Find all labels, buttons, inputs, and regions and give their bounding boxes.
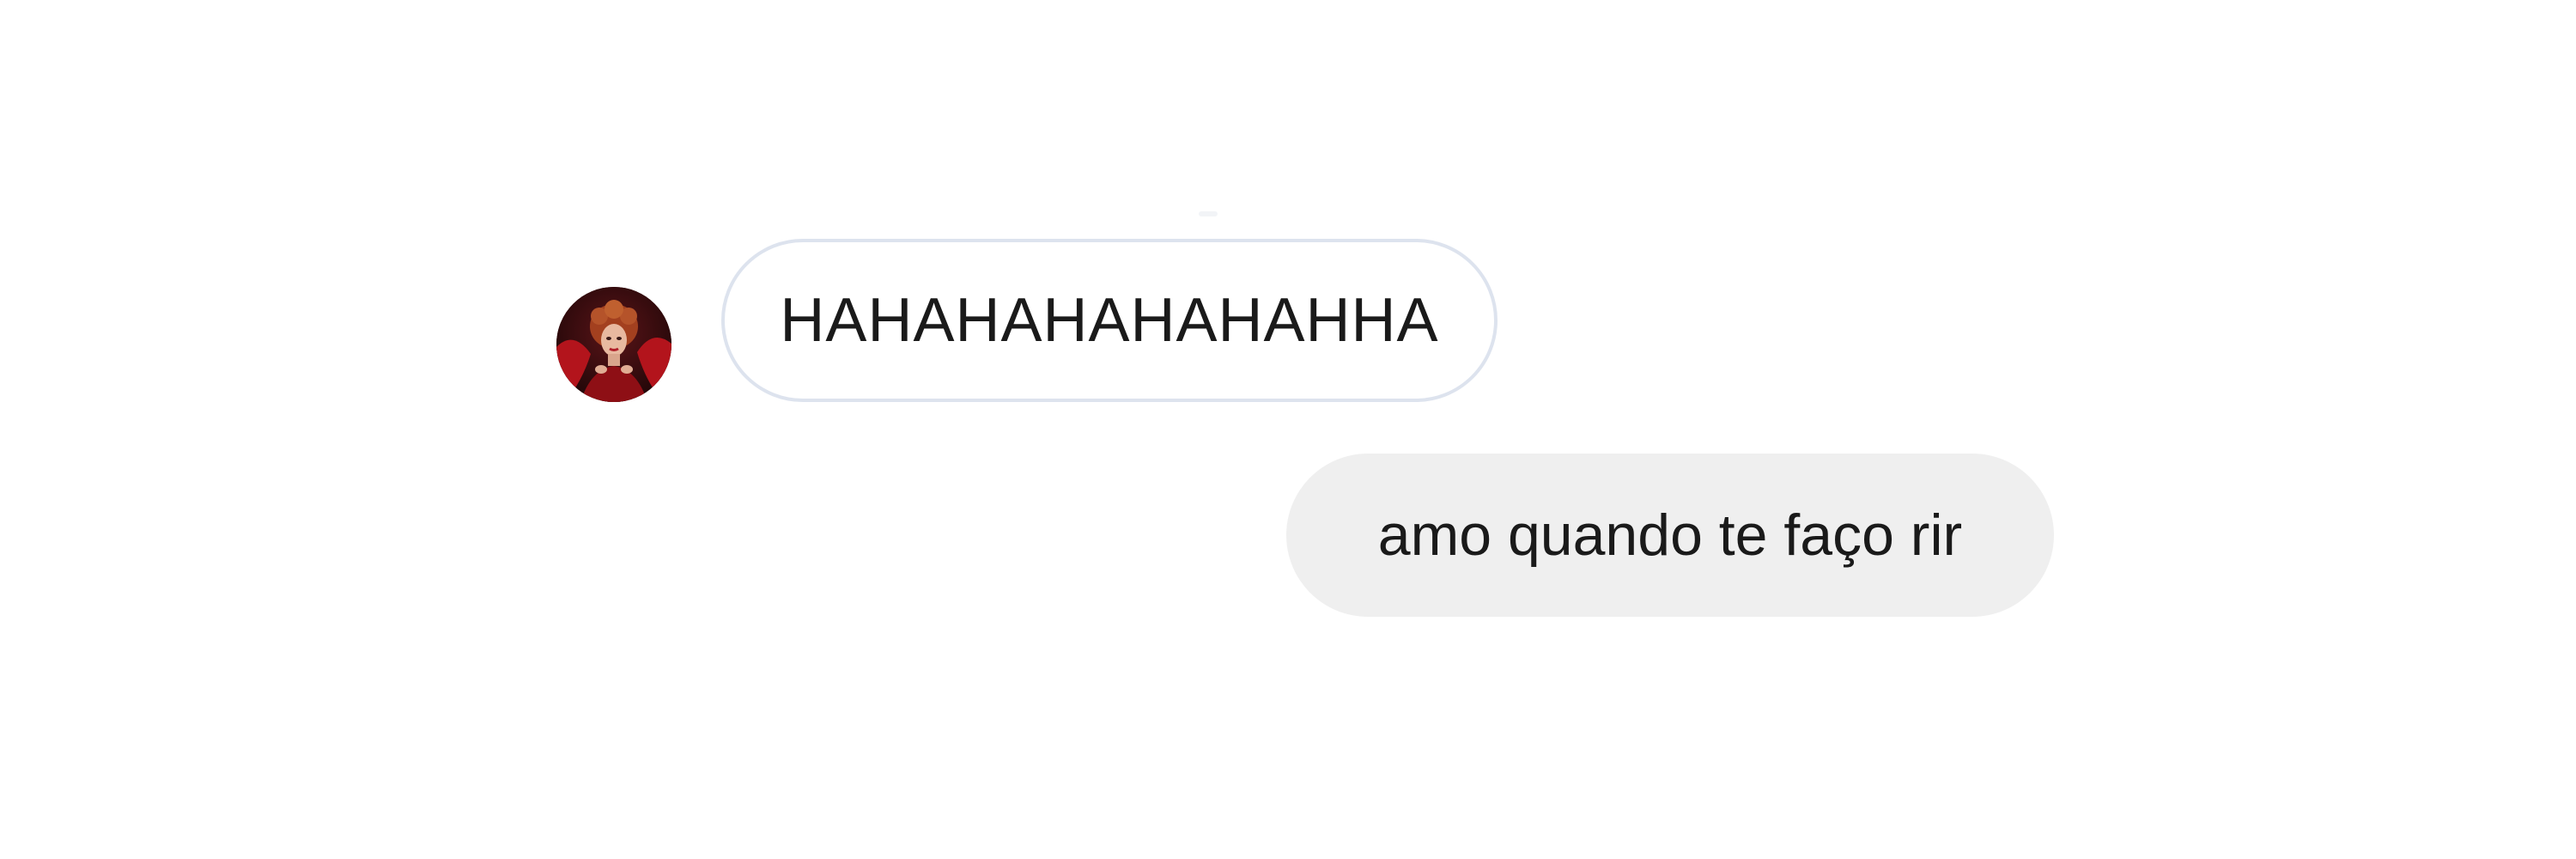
outgoing-message-bubble[interactable]: amo quando te faço rir [1286, 454, 2054, 617]
divider-mark [1199, 211, 1218, 216]
avatar[interactable] [556, 287, 671, 402]
message-thread: HAHAHAHAHAHAHHA amo quando te faço rir [0, 0, 2576, 859]
avatar-photo-icon [556, 287, 671, 402]
incoming-message-bubble[interactable]: HAHAHAHAHAHAHHA [721, 239, 1498, 402]
